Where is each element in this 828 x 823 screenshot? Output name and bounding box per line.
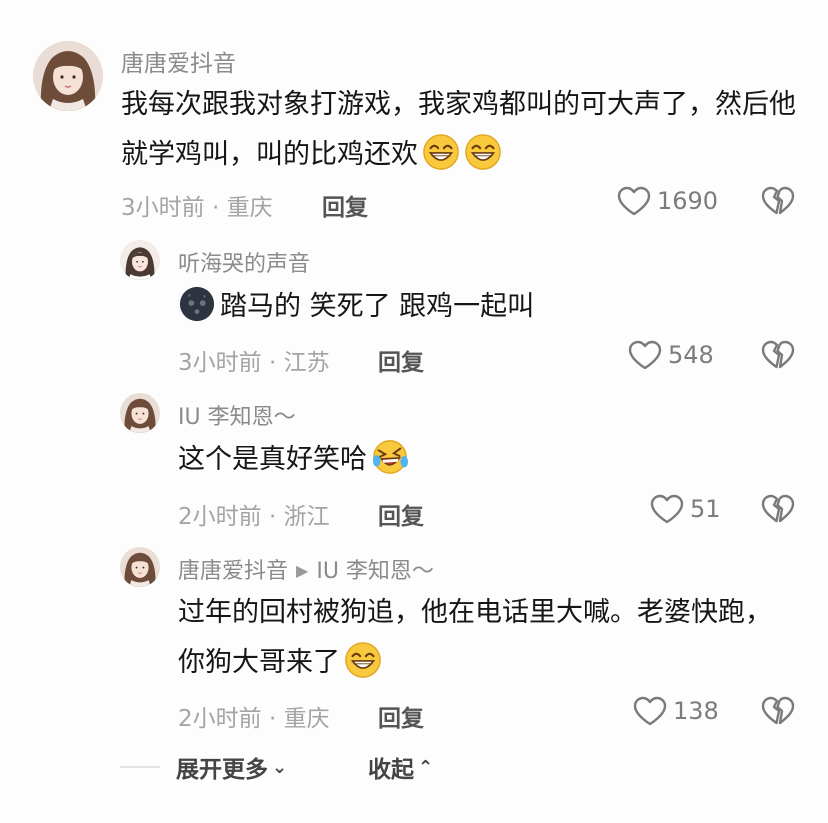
dislike-button[interactable]: [761, 186, 795, 220]
comment-timestamp-location: 3小时前 · 重庆: [121, 195, 273, 221]
broken-heart-icon: [761, 494, 795, 524]
reply-timestamp-location: 2小时前 · 重庆: [178, 706, 330, 732]
reply-timestamp-location: 2小时前 · 浙江: [178, 504, 330, 530]
avatar-image: [120, 240, 160, 280]
rofl-emoji: [371, 438, 409, 476]
avatar[interactable]: [120, 547, 160, 587]
expand-more-button[interactable]: 展开更多 ⌄: [176, 750, 287, 784]
reply-button[interactable]: 回复: [322, 188, 368, 222]
avatar-image: [120, 393, 160, 433]
chevron-up-icon: ⌃: [418, 756, 434, 778]
like-count: 548: [668, 341, 714, 369]
reply-text: 过年的回村被狗追，他在电话里大喊。老婆快跑，你狗大哥来了: [178, 588, 778, 688]
dislike-button[interactable]: [761, 696, 795, 730]
reply-button[interactable]: 回复: [378, 497, 424, 531]
reply-timestamp-location: 3小时前 · 江苏: [178, 350, 330, 376]
dislike-button[interactable]: [761, 340, 795, 374]
broken-heart-icon: [761, 696, 795, 726]
heart-icon: [633, 696, 667, 726]
reply-item: IU 李知恩～ 这个是真好笑哈 2小时前 · 浙江 回复 51: [0, 385, 828, 535]
grin-emoji: [464, 133, 502, 171]
like-count: 51: [690, 495, 721, 523]
reply-author[interactable]: IU 李知恩～: [178, 399, 296, 431]
reply-to-arrow-icon: ▶: [296, 561, 309, 580]
divider: [120, 766, 160, 768]
like-button[interactable]: 1690: [617, 186, 718, 216]
avatar-image: [120, 547, 160, 587]
reply-text-content: 踏马的 笑死了 跟鸡一起叫: [220, 291, 535, 322]
heart-icon: [650, 494, 684, 524]
expand-row: 展开更多 ⌄: [120, 750, 287, 784]
grin-emoji: [344, 641, 382, 679]
dislike-button[interactable]: [761, 494, 795, 528]
broken-heart-icon: [761, 186, 795, 216]
chevron-down-icon: ⌄: [272, 756, 288, 778]
reply-text-content: 过年的回村被狗追，他在电话里大喊。老婆快跑，你狗大哥来了: [178, 597, 772, 678]
reply-author: 唐唐爱抖音 ▶ IU 李知恩～: [178, 553, 434, 585]
expand-more-label: 展开更多: [176, 757, 268, 783]
like-button[interactable]: 138: [633, 696, 719, 726]
reply-text-content: 这个是真好笑哈: [178, 444, 367, 475]
comment-text: 我每次跟我对象打游戏，我家鸡都叫的可大声了，然后他就学鸡叫，叫的比鸡还欢: [121, 80, 811, 180]
avatar[interactable]: [33, 41, 103, 111]
comment-author[interactable]: 唐唐爱抖音: [121, 44, 236, 78]
reply-text: 这个是真好笑哈: [178, 435, 798, 485]
heart-icon: [628, 340, 662, 370]
reply-to-name[interactable]: IU 李知恩～: [316, 559, 434, 584]
reply-item: 听海哭的声音 踏马的 笑死了 跟鸡一起叫 3小时前 · 江苏 回复 548: [0, 230, 828, 380]
collapse-button[interactable]: 收起 ⌃: [368, 750, 433, 784]
grin-emoji: [422, 133, 460, 171]
avatar[interactable]: [120, 393, 160, 433]
like-button[interactable]: 51: [650, 494, 721, 524]
reply-author[interactable]: 听海哭的声音: [178, 246, 310, 278]
collapse-label: 收起: [368, 757, 414, 783]
reply-button[interactable]: 回复: [378, 699, 424, 733]
reply-item: 唐唐爱抖音 ▶ IU 李知恩～ 过年的回村被狗追，他在电话里大喊。老婆快跑，你狗大哥…: [0, 540, 828, 740]
like-count: 138: [673, 697, 719, 725]
like-button[interactable]: 548: [628, 340, 714, 370]
reply-text: 踏马的 笑死了 跟鸡一起叫: [178, 282, 798, 332]
comment-item: 唐唐爱抖音 我每次跟我对象打游戏，我家鸡都叫的可大声了，然后他就学鸡叫，叫的比鸡…: [0, 0, 828, 230]
dark-face-emoji: [178, 285, 216, 323]
heart-icon: [617, 186, 651, 216]
avatar[interactable]: [120, 240, 160, 280]
reply-author-name[interactable]: 唐唐爱抖音: [178, 559, 288, 584]
broken-heart-icon: [761, 340, 795, 370]
reply-button[interactable]: 回复: [378, 343, 424, 377]
avatar-image: [33, 41, 103, 111]
like-count: 1690: [657, 187, 719, 215]
